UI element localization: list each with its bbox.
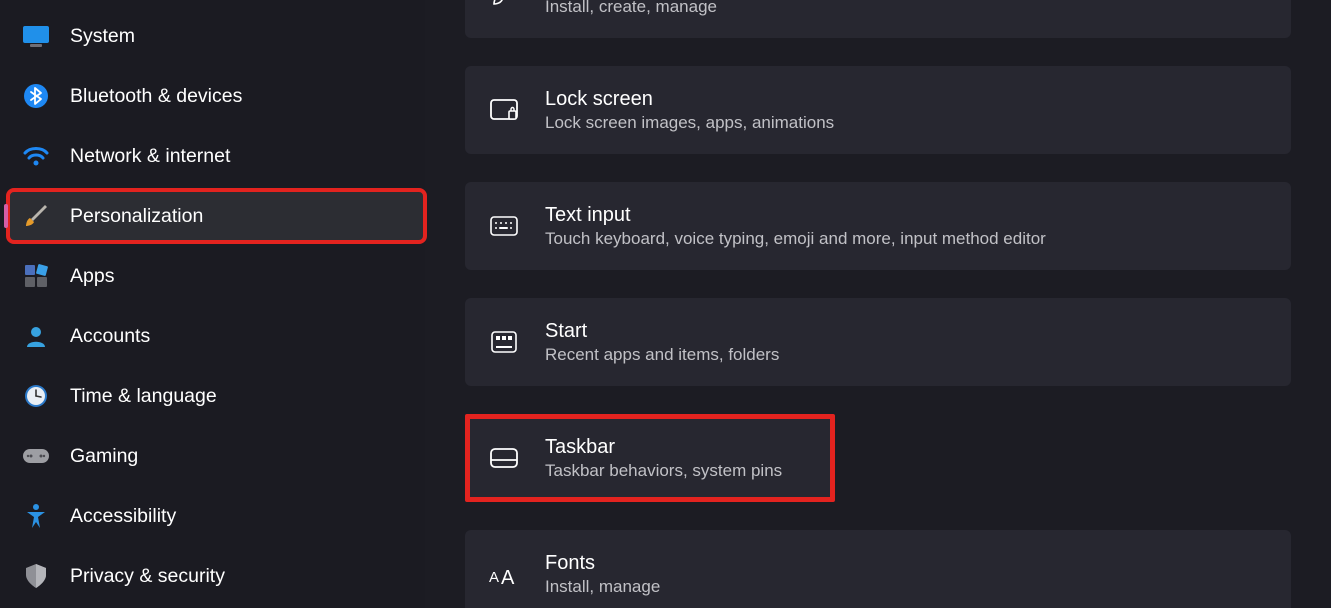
shield-icon bbox=[22, 562, 50, 590]
apps-icon bbox=[22, 262, 50, 290]
person-icon bbox=[22, 322, 50, 350]
monitor-icon bbox=[22, 22, 50, 50]
sidebar-item-bluetooth[interactable]: Bluetooth & devices bbox=[8, 70, 425, 122]
sidebar-item-label: Bluetooth & devices bbox=[70, 85, 242, 108]
settings-card-taskbar[interactable]: Taskbar Taskbar behaviors, system pins bbox=[465, 414, 835, 502]
settings-card-textinput[interactable]: Text input Touch keyboard, voice typing,… bbox=[465, 182, 1291, 270]
settings-card-themes[interactable]: Themes Install, create, manage bbox=[465, 0, 1291, 38]
start-icon bbox=[489, 327, 519, 357]
content-area: Themes Install, create, manage Lock scre… bbox=[425, 0, 1331, 608]
card-subtitle: Install, manage bbox=[545, 577, 660, 597]
card-text: Start Recent apps and items, folders bbox=[545, 320, 779, 365]
card-text: Text input Touch keyboard, voice typing,… bbox=[545, 204, 1046, 249]
sidebar-item-label: Accounts bbox=[70, 325, 150, 348]
sidebar-item-gaming[interactable]: Gaming bbox=[8, 430, 425, 482]
gamepad-icon bbox=[22, 442, 50, 470]
taskbar-icon bbox=[489, 443, 519, 473]
bluetooth-icon bbox=[22, 82, 50, 110]
card-title: Taskbar bbox=[545, 436, 782, 459]
settings-card-fonts[interactable]: A A Fonts Install, manage bbox=[465, 530, 1291, 608]
settings-card-lockscreen[interactable]: Lock screen Lock screen images, apps, an… bbox=[465, 66, 1291, 154]
clock-icon bbox=[22, 382, 50, 410]
sidebar-item-accessibility[interactable]: Accessibility bbox=[8, 490, 425, 542]
lockscreen-icon bbox=[489, 95, 519, 125]
sidebar-item-accounts[interactable]: Accounts bbox=[8, 310, 425, 362]
sidebar-item-network[interactable]: Network & internet bbox=[8, 130, 425, 182]
card-text: Lock screen Lock screen images, apps, an… bbox=[545, 88, 834, 133]
sidebar-item-time-language[interactable]: Time & language bbox=[8, 370, 425, 422]
wifi-icon bbox=[22, 142, 50, 170]
card-title: Fonts bbox=[545, 552, 660, 575]
card-text: Taskbar Taskbar behaviors, system pins bbox=[545, 436, 782, 481]
sidebar-item-label: Apps bbox=[70, 265, 114, 288]
sidebar-item-label: Privacy & security bbox=[70, 565, 225, 588]
keyboard-icon bbox=[489, 211, 519, 241]
sidebar-item-apps[interactable]: Apps bbox=[8, 250, 425, 302]
sidebar-item-system[interactable]: System bbox=[8, 10, 425, 62]
card-subtitle: Touch keyboard, voice typing, emoji and … bbox=[545, 229, 1046, 249]
card-title: Lock screen bbox=[545, 88, 834, 111]
sidebar-item-label: Time & language bbox=[70, 385, 217, 408]
sidebar-item-label: System bbox=[70, 25, 135, 48]
card-text: Fonts Install, manage bbox=[545, 552, 660, 597]
sidebar-item-label: Gaming bbox=[70, 445, 138, 468]
svg-text:A: A bbox=[501, 567, 515, 586]
sidebar-item-label: Network & internet bbox=[70, 145, 230, 168]
sidebar-item-label: Accessibility bbox=[70, 505, 176, 528]
sidebar-item-label: Personalization bbox=[70, 205, 203, 228]
card-title: Text input bbox=[545, 204, 1046, 227]
accessibility-icon bbox=[22, 502, 50, 530]
svg-text:A: A bbox=[489, 569, 499, 586]
card-subtitle: Lock screen images, apps, animations bbox=[545, 113, 834, 133]
sidebar: System Bluetooth & devices Network & bbox=[0, 0, 425, 608]
settings-card-start[interactable]: Start Recent apps and items, folders bbox=[465, 298, 1291, 386]
paintbrush-icon bbox=[22, 202, 50, 230]
sidebar-item-privacy[interactable]: Privacy & security bbox=[8, 550, 425, 602]
settings-window: System Bluetooth & devices Network & bbox=[0, 0, 1331, 608]
card-subtitle: Install, create, manage bbox=[545, 0, 717, 17]
card-subtitle: Taskbar behaviors, system pins bbox=[545, 461, 782, 481]
card-text: Themes Install, create, manage bbox=[545, 0, 717, 17]
fonts-icon: A A bbox=[489, 559, 519, 589]
paintbrush-icon bbox=[489, 0, 519, 9]
card-subtitle: Recent apps and items, folders bbox=[545, 345, 779, 365]
sidebar-item-personalization[interactable]: Personalization bbox=[8, 190, 425, 242]
card-title: Start bbox=[545, 320, 779, 343]
